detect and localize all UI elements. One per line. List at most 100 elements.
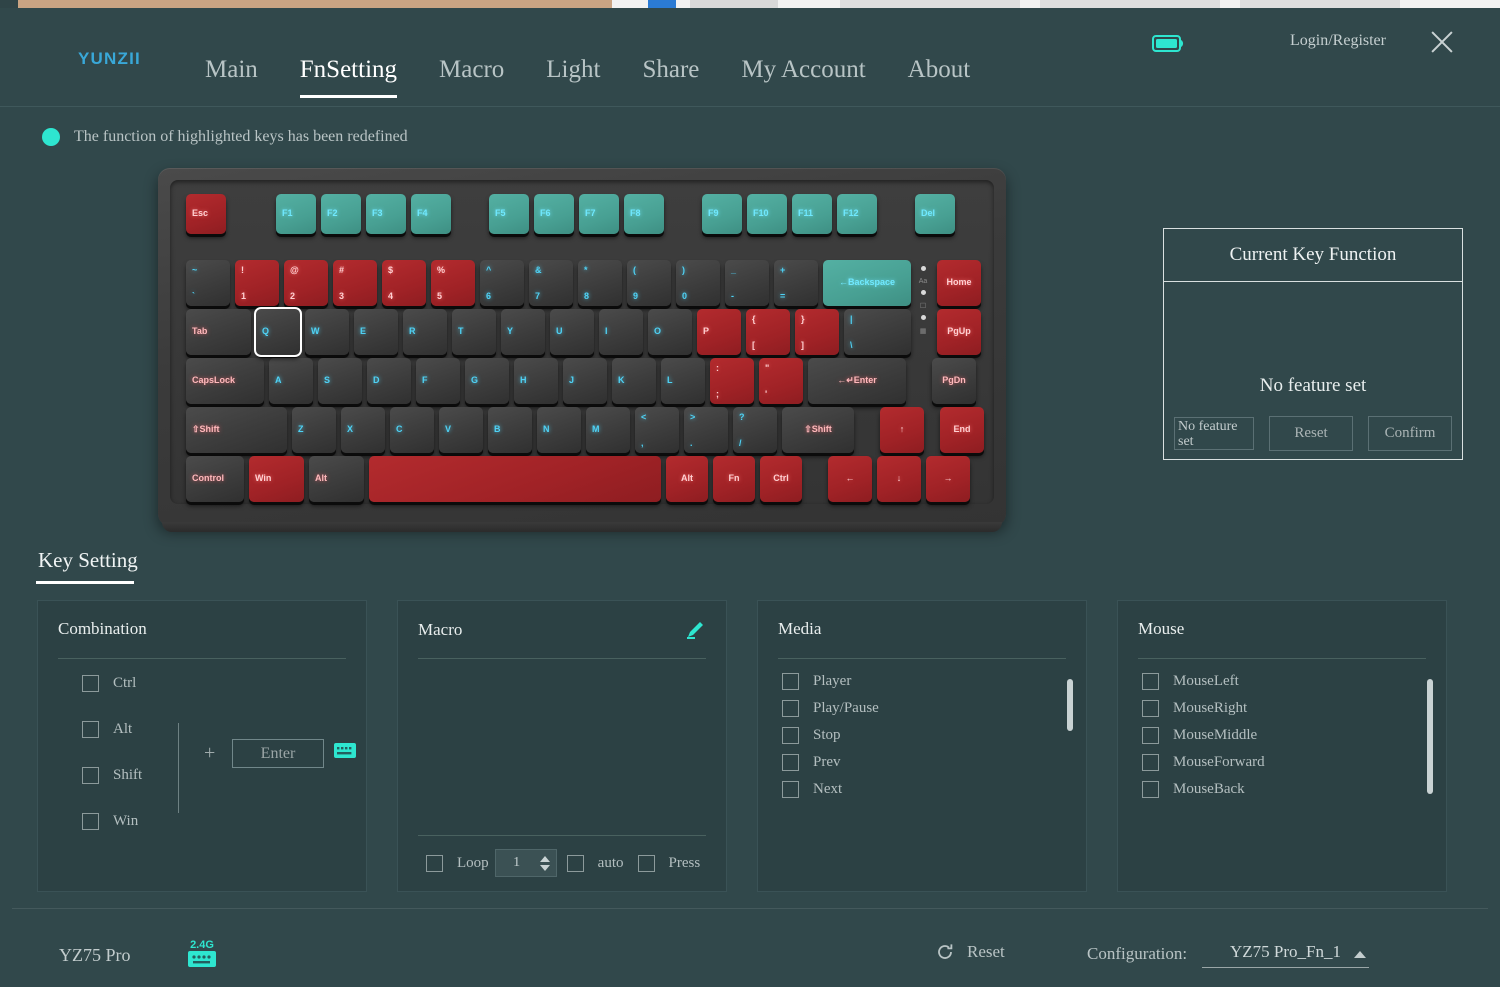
- key-i[interactable]: I: [599, 309, 643, 355]
- key-alt[interactable]: Alt: [666, 456, 708, 502]
- checkbox-mouse-left[interactable]: MouseLeft: [1142, 673, 1432, 690]
- key-[interactable]: :;: [710, 358, 754, 404]
- key-win[interactable]: Win: [249, 456, 304, 502]
- key-end[interactable]: End: [940, 407, 984, 453]
- key-m[interactable]: M: [586, 407, 630, 453]
- configuration-select[interactable]: YZ75 Pro_Fn_1: [1202, 942, 1369, 968]
- key-[interactable]: }]: [795, 309, 839, 355]
- checkbox-prev[interactable]: Prev: [782, 754, 1072, 771]
- key-tab[interactable]: Tab: [186, 309, 251, 355]
- nav-item-main[interactable]: Main: [205, 56, 258, 98]
- checkbox-ctrl[interactable]: Ctrl: [82, 675, 142, 692]
- key-[interactable]: {[: [746, 309, 790, 355]
- key-3[interactable]: #3: [333, 260, 377, 306]
- checkbox-box[interactable]: [82, 675, 99, 692]
- key-f6[interactable]: F6: [534, 194, 574, 234]
- stepper-down-icon[interactable]: [539, 864, 550, 871]
- key-[interactable]: " ': [759, 358, 803, 404]
- key-[interactable]: ? /: [733, 407, 777, 453]
- checkbox-loop[interactable]: Loop: [426, 854, 489, 872]
- key-space[interactable]: [369, 456, 661, 502]
- key-c[interactable]: C: [390, 407, 434, 453]
- checkbox-box[interactable]: [1142, 727, 1159, 744]
- key-f3[interactable]: F3: [366, 194, 406, 234]
- key-pgdn[interactable]: PgDn: [932, 358, 976, 404]
- key-[interactable]: ↓: [877, 456, 921, 502]
- key-ctrl[interactable]: Ctrl: [760, 456, 802, 502]
- key-f7[interactable]: F7: [579, 194, 619, 234]
- loop-count-stepper[interactable]: 1: [494, 849, 557, 877]
- key-home[interactable]: Home: [937, 260, 981, 306]
- key-f2[interactable]: F2: [321, 194, 361, 234]
- key-f12[interactable]: F12: [837, 194, 877, 234]
- key-9[interactable]: (9: [627, 260, 671, 306]
- key-[interactable]: >.: [684, 407, 728, 453]
- key-f11[interactable]: F11: [792, 194, 832, 234]
- key-w[interactable]: W: [305, 309, 349, 355]
- key-5[interactable]: % 5: [431, 260, 475, 306]
- key-1[interactable]: ! 1: [235, 260, 279, 306]
- checkbox-mouse-right[interactable]: MouseRight: [1142, 700, 1432, 717]
- checkbox-box[interactable]: [637, 854, 655, 872]
- close-icon[interactable]: [1428, 28, 1456, 56]
- key-o[interactable]: O: [648, 309, 692, 355]
- checkbox-box[interactable]: [1142, 700, 1159, 717]
- reset-button[interactable]: Reset: [935, 942, 1005, 962]
- key-r[interactable]: R: [403, 309, 447, 355]
- checkbox-stop[interactable]: Stop: [782, 727, 1072, 744]
- stepper-up-icon[interactable]: [539, 855, 550, 862]
- checkbox-box[interactable]: [82, 721, 99, 738]
- keyboard-icon[interactable]: [334, 743, 356, 758]
- key-y[interactable]: Y: [501, 309, 545, 355]
- key-h[interactable]: H: [514, 358, 558, 404]
- key-f[interactable]: F: [416, 358, 460, 404]
- key-8[interactable]: * 8: [578, 260, 622, 306]
- key-b[interactable]: B: [488, 407, 532, 453]
- key-[interactable]: | \: [844, 309, 911, 355]
- key-4[interactable]: $4: [382, 260, 426, 306]
- key-f4[interactable]: F4: [411, 194, 451, 234]
- key-fn[interactable]: Fn: [713, 456, 755, 502]
- key-enter[interactable]: ←↵Enter: [808, 358, 906, 404]
- checkbox-box[interactable]: [782, 700, 799, 717]
- checkbox-shift[interactable]: Shift: [82, 767, 142, 784]
- checkbox-win[interactable]: Win: [82, 813, 142, 830]
- key-u[interactable]: U: [550, 309, 594, 355]
- key-v[interactable]: V: [439, 407, 483, 453]
- key-shift[interactable]: ⇧Shift: [782, 407, 854, 453]
- chevron-up-icon[interactable]: [1354, 951, 1366, 958]
- key-backspace[interactable]: ←Backspace: [823, 260, 911, 306]
- key-s[interactable]: S: [318, 358, 362, 404]
- key-q[interactable]: Q: [254, 307, 302, 357]
- nav-item-about[interactable]: About: [908, 56, 971, 98]
- reset-key-button[interactable]: Reset: [1269, 416, 1353, 451]
- key-[interactable]: _ -: [725, 260, 769, 306]
- key-f9[interactable]: F9: [702, 194, 742, 234]
- pencil-edit-icon[interactable]: [684, 619, 706, 641]
- key-0[interactable]: ) 0: [676, 260, 720, 306]
- key-f10[interactable]: F10: [747, 194, 787, 234]
- checkbox-box[interactable]: [82, 813, 99, 830]
- key-control[interactable]: Control: [186, 456, 244, 502]
- nav-item-my-account[interactable]: My Account: [741, 56, 865, 98]
- key-[interactable]: + =: [774, 260, 818, 306]
- key-[interactable]: ←: [828, 456, 872, 502]
- checkbox-mouse-middle[interactable]: MouseMiddle: [1142, 727, 1432, 744]
- macro-sequence-area[interactable]: [418, 659, 706, 825]
- checkbox-mouse-back[interactable]: MouseBack: [1142, 781, 1432, 798]
- checkbox-box[interactable]: [1142, 781, 1159, 798]
- nav-item-fnsetting[interactable]: FnSetting: [299, 56, 398, 98]
- key-l[interactable]: L: [661, 358, 705, 404]
- key-n[interactable]: N: [537, 407, 581, 453]
- mouse-scrollbar[interactable]: [1427, 679, 1433, 859]
- key-e[interactable]: E: [354, 309, 398, 355]
- key-[interactable]: →: [926, 456, 970, 502]
- key-del[interactable]: Del: [915, 194, 955, 234]
- checkbox-alt[interactable]: Alt: [82, 721, 142, 738]
- key-[interactable]: ↑: [880, 407, 924, 453]
- key-t[interactable]: T: [452, 309, 496, 355]
- key-shift[interactable]: ⇧Shift: [186, 407, 287, 453]
- checkbox-next[interactable]: Next: [782, 781, 1072, 798]
- checkbox-box[interactable]: [782, 727, 799, 744]
- key-g[interactable]: G: [465, 358, 509, 404]
